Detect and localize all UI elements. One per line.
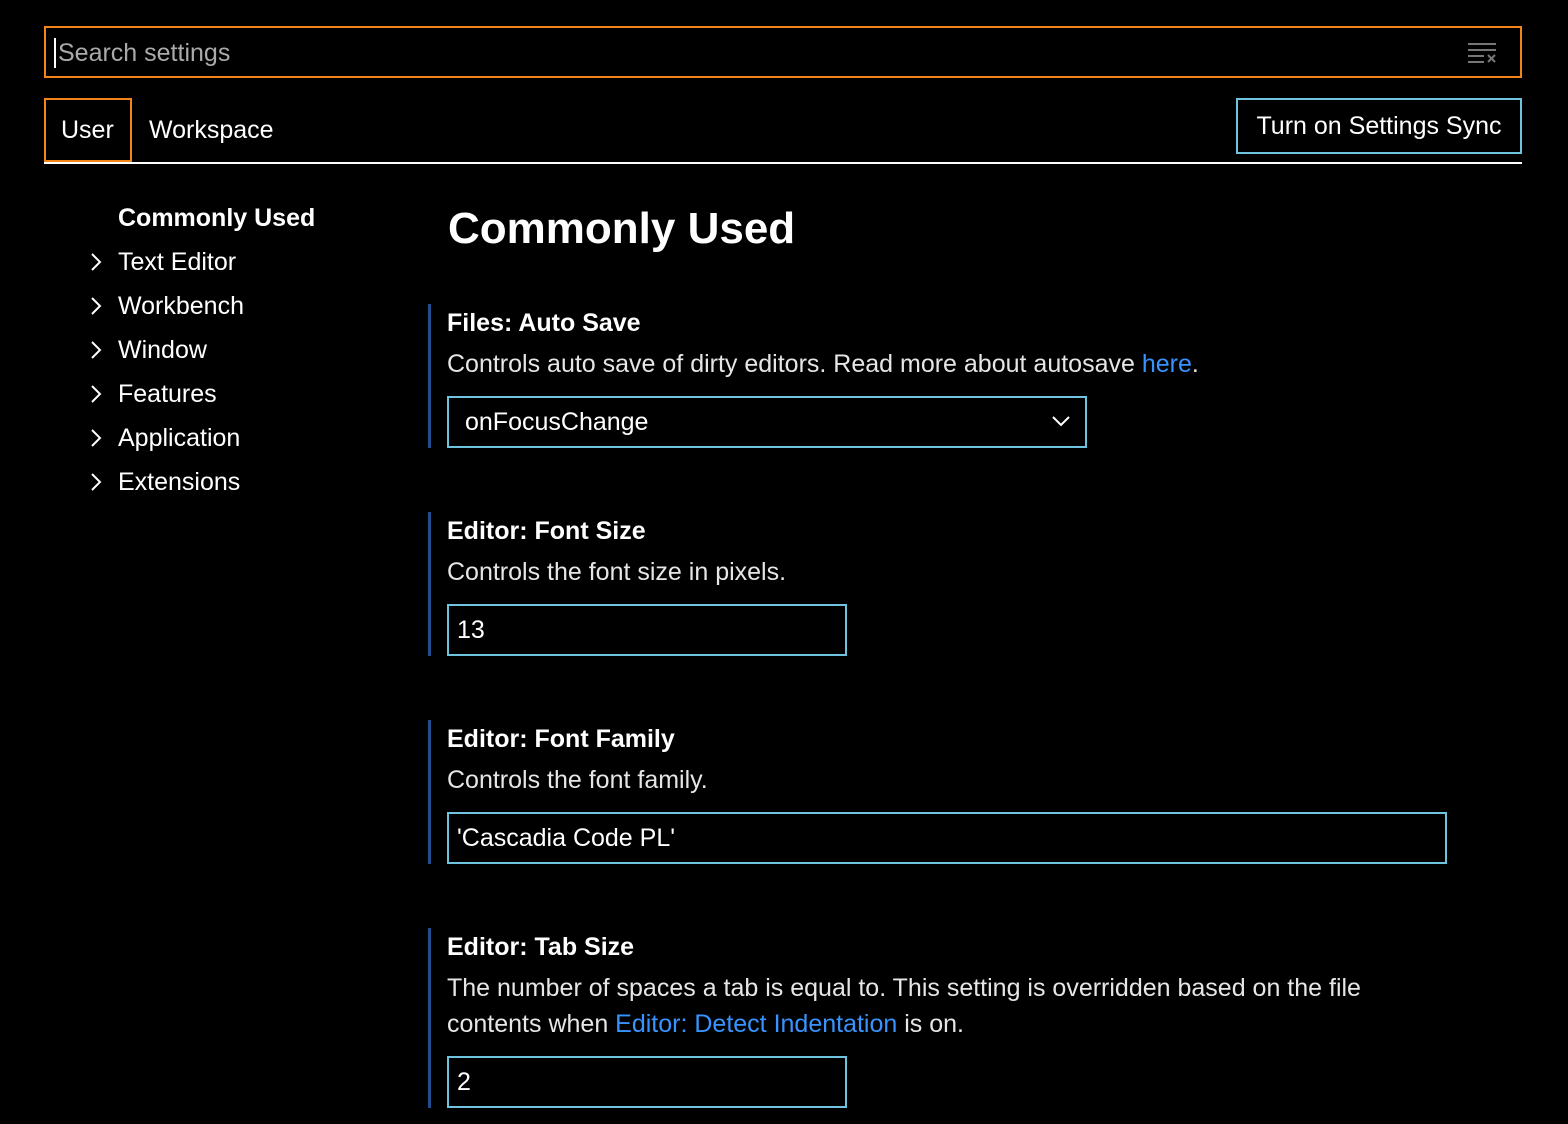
font-family-input[interactable] (447, 812, 1447, 864)
setting-title: Editor: Font Size (447, 512, 1528, 550)
font-size-input[interactable] (447, 604, 847, 656)
chevron-down-icon (1052, 416, 1070, 427)
setting-description: Controls the font family. (447, 766, 708, 794)
setting-name: Font Size (534, 517, 646, 545)
settings-toc: Commonly Used Text Editor Workbench Wind… (84, 196, 414, 504)
toc-item-extensions[interactable]: Extensions (84, 460, 414, 504)
toc-item-label: Features (118, 380, 217, 408)
toc-item-window[interactable]: Window (84, 328, 414, 372)
description-text: is on. (897, 1010, 964, 1038)
setting-description: Controls the font size in pixels. (447, 558, 787, 586)
tab-size-input[interactable] (447, 1056, 847, 1108)
description-line: contents when Editor: Detect Indentation… (447, 1006, 1528, 1042)
toc-item-text-editor[interactable]: Text Editor (84, 240, 414, 284)
chevron-right-icon (91, 385, 102, 403)
tab-user[interactable]: User (44, 98, 132, 162)
toc-item-commonly-used[interactable]: Commonly Used (84, 196, 414, 240)
setting-title: Files: Auto Save (447, 304, 1528, 342)
clear-filter-icon[interactable] (1466, 40, 1498, 64)
setting-category: Editor: (447, 933, 535, 961)
setting-editor-font-family: Editor: Font Family Controls the font fa… (428, 720, 1528, 864)
setting-files-auto-save: Files: Auto Save Controls auto save of d… (428, 304, 1528, 448)
setting-category: Editor: (447, 517, 535, 545)
detect-indentation-link[interactable]: Editor: Detect Indentation (615, 1010, 897, 1038)
setting-category: Files: (447, 309, 519, 337)
setting-name: Tab Size (534, 933, 635, 961)
toc-item-label: Text Editor (118, 248, 237, 276)
setting-editor-font-size: Editor: Font Size Controls the font size… (428, 512, 1528, 656)
toc-item-label: Commonly Used (118, 204, 316, 232)
description-text: . (1191, 350, 1199, 378)
chevron-right-icon (91, 429, 102, 447)
setting-editor-tab-size: Editor: Tab Size The number of spaces a … (428, 928, 1528, 1108)
select-value: onFocusChange (465, 408, 649, 436)
setting-description: Controls auto save of dirty editors. Rea… (447, 346, 1528, 382)
chevron-right-icon (91, 297, 102, 315)
chevron-right-icon (91, 341, 102, 359)
auto-save-select[interactable]: onFocusChange (447, 396, 1087, 448)
setting-name: Font Family (534, 725, 675, 753)
setting-name: Auto Save (518, 309, 641, 337)
setting-category: Editor: (447, 725, 535, 753)
search-box[interactable] (44, 26, 1522, 78)
settings-scope-tabs: User Workspace Turn on Settings Sync (44, 98, 1522, 164)
setting-description: The number of spaces a tab is equal to. … (447, 970, 1528, 1042)
tab-workspace[interactable]: Workspace (134, 98, 289, 162)
turn-on-settings-sync-button[interactable]: Turn on Settings Sync (1236, 98, 1522, 154)
toc-item-label: Workbench (118, 292, 244, 320)
toc-item-application[interactable]: Application (84, 416, 414, 460)
page-title: Commonly Used (448, 204, 796, 253)
toc-item-workbench[interactable]: Workbench (84, 284, 414, 328)
chevron-right-icon (91, 473, 102, 491)
toc-item-label: Application (118, 424, 241, 452)
toc-item-label: Window (118, 336, 207, 364)
autosave-docs-link[interactable]: here (1142, 350, 1192, 378)
search-input[interactable] (54, 38, 1444, 68)
toc-item-label: Extensions (118, 468, 241, 496)
setting-title: Editor: Tab Size (447, 928, 1528, 966)
description-line: The number of spaces a tab is equal to. … (447, 974, 1361, 1002)
chevron-right-icon (91, 253, 102, 271)
description-text: Controls auto save of dirty editors. Rea… (447, 350, 1142, 378)
description-text: contents when (447, 1010, 616, 1038)
toc-item-features[interactable]: Features (84, 372, 414, 416)
setting-title: Editor: Font Family (447, 720, 1528, 758)
